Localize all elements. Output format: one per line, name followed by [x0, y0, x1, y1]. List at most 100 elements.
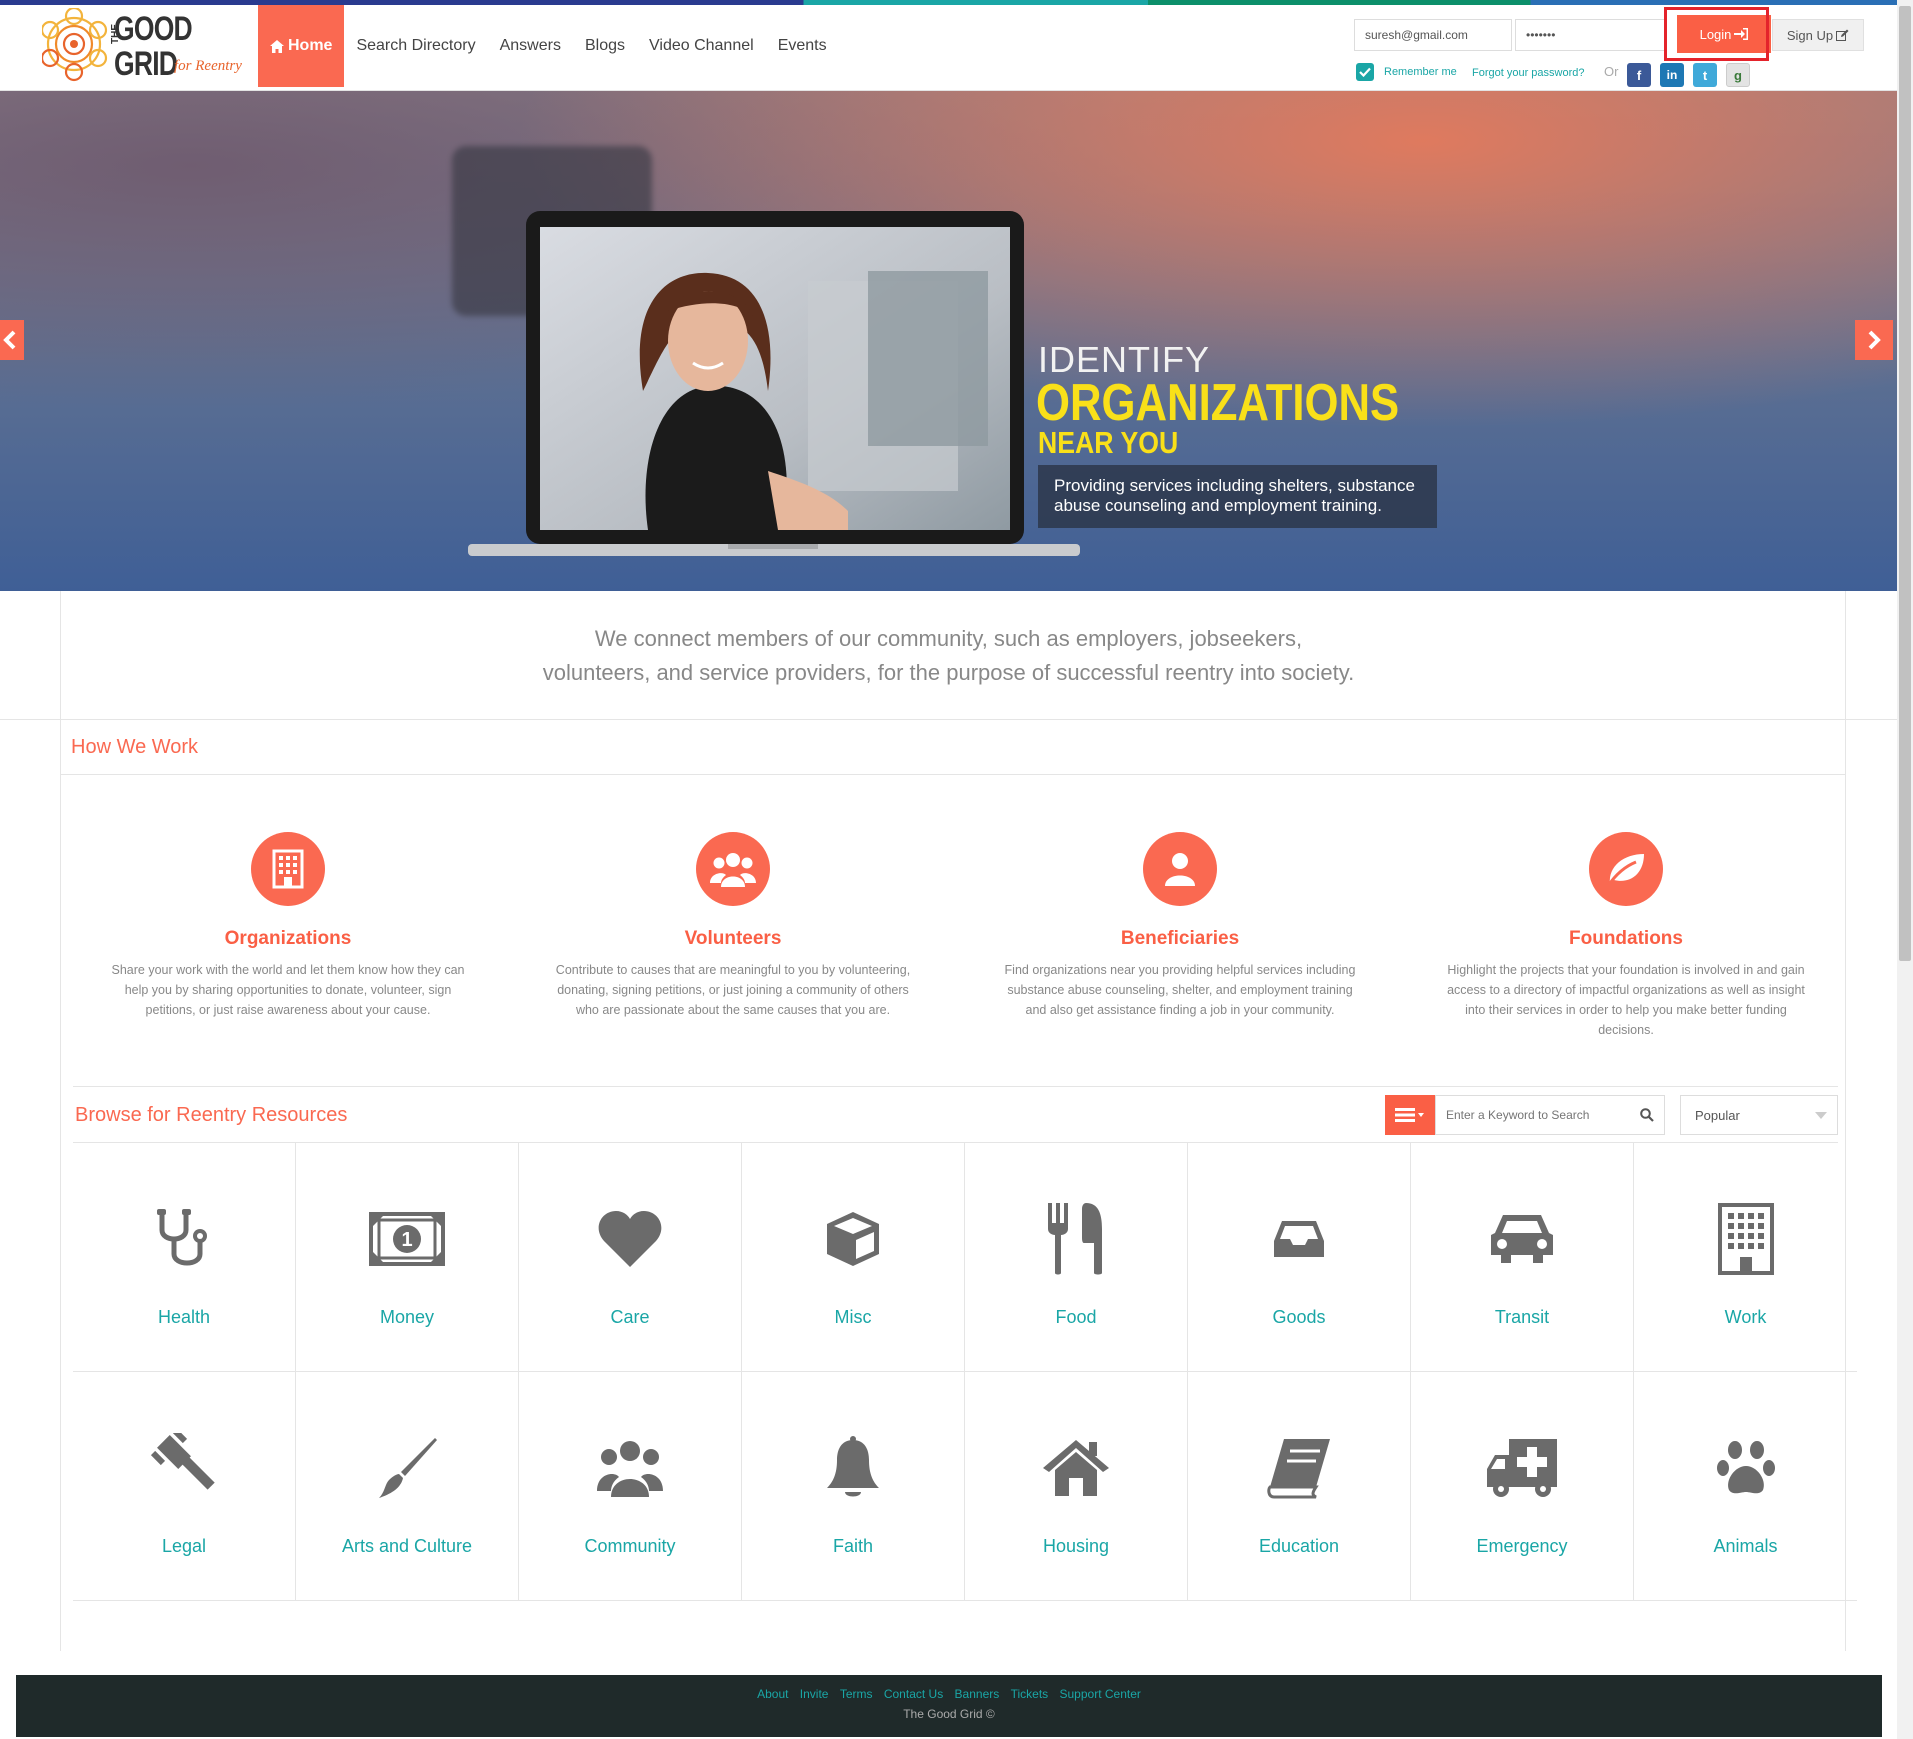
signup-button-label: Sign Up — [1786, 27, 1834, 43]
login-button[interactable]: Login — [1677, 15, 1771, 53]
home-icon — [965, 1432, 1187, 1504]
facebook-icon[interactable]: f — [1627, 63, 1651, 87]
hero-heading-line2: ORGANIZATIONS — [1036, 374, 1400, 432]
category-arts-and-culture[interactable]: Arts and Culture — [296, 1372, 519, 1601]
category-transit[interactable]: Transit — [1411, 1143, 1634, 1372]
category-label: Arts and Culture — [341, 1536, 473, 1556]
gavel-icon — [73, 1432, 295, 1504]
heart-icon — [519, 1203, 741, 1275]
chevron-left-icon — [3, 330, 16, 350]
category-animals[interactable]: Animals — [1634, 1372, 1857, 1601]
ambulance-icon — [1411, 1432, 1633, 1504]
footer-link-contact-us[interactable]: Contact Us — [884, 1687, 943, 1701]
intro-text: We connect members of our community, suc… — [0, 622, 1897, 690]
intro-line2: volunteers, and service providers, for t… — [542, 660, 1355, 685]
bell-icon — [742, 1432, 964, 1504]
category-housing[interactable]: Housing — [965, 1372, 1188, 1601]
remember-checkbox[interactable] — [1356, 63, 1374, 81]
category-work[interactable]: Work — [1634, 1143, 1857, 1372]
forgot-password-link[interactable]: Forgot your password? — [1472, 67, 1585, 79]
category-label: Education — [1258, 1536, 1340, 1556]
or-label: Or — [1604, 64, 1619, 79]
feature-volunteers: Volunteers Contribute to causes that are… — [543, 832, 923, 1020]
feature-desc: Find organizations near you providing he… — [1004, 963, 1356, 1017]
signup-button[interactable]: Sign Up — [1772, 19, 1864, 51]
footer-link-terms[interactable]: Terms — [840, 1687, 873, 1701]
paw-icon — [1634, 1432, 1857, 1504]
category-faith[interactable]: Faith — [742, 1372, 965, 1601]
email-field[interactable] — [1354, 19, 1512, 51]
list-icon — [1395, 1108, 1424, 1122]
category-legal[interactable]: Legal — [73, 1372, 296, 1601]
category-label: Legal — [161, 1536, 207, 1556]
hero-next-button[interactable] — [1855, 320, 1893, 360]
logo-good: GOOD — [114, 10, 193, 48]
category-health[interactable]: Health — [73, 1143, 296, 1372]
google-icon[interactable]: g — [1726, 63, 1750, 87]
category-food[interactable]: Food — [965, 1143, 1188, 1372]
logo[interactable]: THE GOOD GRID for Reentry — [40, 6, 257, 88]
view-toggle-button[interactable] — [1385, 1095, 1435, 1135]
search-icon — [1640, 1108, 1654, 1122]
book-icon — [1188, 1432, 1410, 1504]
category-grid: Health 1 Money Care Misc Food Goods Tran… — [73, 1143, 1857, 1601]
category-label: Community — [584, 1536, 676, 1556]
category-label: Housing — [1042, 1536, 1110, 1556]
group-icon — [696, 832, 770, 906]
category-misc[interactable]: Misc — [742, 1143, 965, 1372]
nav-search-directory[interactable]: Search Directory — [344, 5, 487, 87]
category-emergency[interactable]: Emergency — [1411, 1372, 1634, 1601]
search-button[interactable] — [1630, 1095, 1664, 1135]
nav-home[interactable]: Home — [258, 5, 345, 87]
nav-video-channel[interactable]: Video Channel — [637, 5, 766, 87]
footer-link-support-center[interactable]: Support Center — [1060, 1687, 1141, 1701]
nav-answers[interactable]: Answers — [488, 5, 573, 87]
footer-link-invite[interactable]: Invite — [800, 1687, 829, 1701]
inbox-icon — [1188, 1203, 1410, 1275]
category-label: Care — [610, 1307, 650, 1327]
remember-me-label: Remember me — [1384, 66, 1457, 78]
category-education[interactable]: Education — [1188, 1372, 1411, 1601]
user-icon — [1143, 832, 1217, 906]
footer-link-about[interactable]: About — [757, 1687, 788, 1701]
hero-caption: Providing services including shelters, s… — [1038, 465, 1437, 528]
category-care[interactable]: Care — [519, 1143, 742, 1372]
scrollbar-thumb[interactable] — [1899, 6, 1911, 961]
footer-link-banners[interactable]: Banners — [955, 1687, 1000, 1701]
footer-link-tickets[interactable]: Tickets — [1011, 1687, 1049, 1701]
car-icon — [1411, 1203, 1633, 1275]
main-nav: Home Search Directory Answers Blogs Vide… — [258, 5, 839, 87]
category-label: Faith — [832, 1536, 874, 1556]
copyright: The Good Grid © — [903, 1707, 995, 1721]
login-area: Login Sign Up Remember me Forgot your pa… — [1352, 7, 1872, 93]
linkedin-icon[interactable]: in — [1660, 63, 1684, 87]
feature-title: Beneficiaries — [1120, 928, 1240, 949]
nav-home-label: Home — [288, 37, 333, 54]
category-label: Misc — [834, 1307, 872, 1327]
category-label: Food — [1055, 1307, 1097, 1327]
sort-selected: Popular — [1695, 1108, 1740, 1123]
category-money[interactable]: 1 Money — [296, 1143, 519, 1372]
how-we-work-title: How We Work — [71, 736, 199, 758]
nav-events[interactable]: Events — [766, 5, 839, 87]
cube-icon — [742, 1203, 964, 1275]
home-icon — [270, 39, 284, 53]
intro-line1: We connect members of our community, suc… — [594, 626, 1303, 651]
twitter-icon[interactable]: t — [1693, 63, 1717, 87]
feature-beneficiaries: Beneficiaries Find organizations near yo… — [990, 832, 1370, 1020]
hero-prev-button[interactable] — [0, 320, 24, 360]
category-community[interactable]: Community — [519, 1372, 742, 1601]
remember-me[interactable]: Remember me — [1356, 63, 1457, 81]
feature-title: Organizations — [224, 928, 352, 949]
paintbrush-icon — [296, 1432, 518, 1504]
password-field[interactable] — [1515, 19, 1665, 51]
category-label: Work — [1724, 1307, 1767, 1327]
building-icon — [1634, 1203, 1857, 1275]
sort-select[interactable]: Popular — [1680, 1095, 1838, 1135]
chevron-down-icon — [1815, 1112, 1827, 1119]
nav-blogs[interactable]: Blogs — [573, 5, 637, 87]
building-icon — [251, 832, 325, 906]
category-goods[interactable]: Goods — [1188, 1143, 1411, 1372]
edit-icon — [1836, 29, 1849, 41]
money-icon: 1 — [296, 1203, 518, 1275]
